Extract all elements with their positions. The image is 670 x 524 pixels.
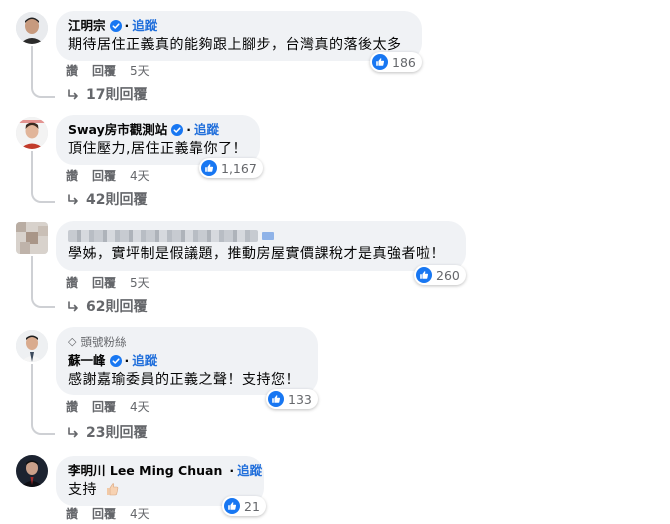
comment-text: 感謝嘉瑜委員的正義之聲！支持您！ xyxy=(68,372,300,388)
like-button[interactable]: 讚 xyxy=(66,506,78,522)
top-fan-badge: ◇ 頭號粉絲 xyxy=(68,335,127,349)
view-replies-link[interactable]: 62則回覆 xyxy=(66,297,147,317)
timestamp[interactable]: 4天 xyxy=(130,168,150,184)
comment-actions: 讚 回覆 5天 xyxy=(66,63,164,79)
reply-button[interactable]: 回覆 xyxy=(92,506,116,522)
thread-elbow xyxy=(31,415,55,435)
like-button[interactable]: 讚 xyxy=(66,399,78,415)
thread-elbow xyxy=(31,78,55,98)
like-icon xyxy=(224,498,240,514)
follow-button[interactable]: 追蹤 xyxy=(237,463,262,479)
comment-bubble: ◇ 頭號粉絲 蘇一峰 · 追蹤 感謝嘉瑜委員的正義之聲！支持您！ xyxy=(56,327,318,395)
view-replies-link[interactable]: 23則回覆 xyxy=(66,423,147,443)
timestamp[interactable]: 4天 xyxy=(130,506,150,522)
verified-icon xyxy=(171,124,183,136)
like-button[interactable]: 讚 xyxy=(66,63,78,79)
reply-button[interactable]: 回覆 xyxy=(92,399,116,415)
verified-icon xyxy=(110,355,122,367)
thread-elbow xyxy=(31,288,55,308)
comment-text: 學姊，實坪制是假議題，推動房屋實價課稅才是真強者啦！ xyxy=(68,246,445,262)
avatar[interactable] xyxy=(16,455,48,487)
thread-line xyxy=(31,364,33,420)
author-name[interactable]: Sway房市觀測站 xyxy=(68,122,167,138)
comment-text: 期待居住正義真的能夠跟上腳步，台灣真的落後太多 xyxy=(68,37,402,53)
comment-actions: 讚 回覆 5天 xyxy=(66,275,164,291)
author-name[interactable]: 蘇一峰 xyxy=(68,353,106,369)
timestamp[interactable]: 5天 xyxy=(130,275,150,291)
comment-text: 頂住壓力,居住正義靠你了！ xyxy=(68,141,247,157)
like-icon xyxy=(416,267,432,283)
reply-arrow-icon xyxy=(66,88,80,102)
like-button[interactable]: 讚 xyxy=(66,168,78,184)
thread-elbow xyxy=(31,183,55,203)
follow-button[interactable]: 追蹤 xyxy=(132,18,157,34)
author-name-redacted xyxy=(68,228,454,242)
avatar[interactable] xyxy=(16,12,48,44)
avatar[interactable] xyxy=(16,330,48,362)
follow-button[interactable]: 追蹤 xyxy=(132,353,157,369)
author-name[interactable]: 李明川 Lee Ming Chuan xyxy=(68,463,222,479)
reply-button[interactable]: 回覆 xyxy=(92,63,116,79)
reaction-count[interactable]: 1,167 xyxy=(199,158,263,178)
like-button[interactable]: 讚 xyxy=(66,275,78,291)
comment-bubble: 江明宗 · 追蹤 期待居住正義真的能夠跟上腳步，台灣真的落後太多 xyxy=(56,11,422,61)
comment-bubble: 學姊，實坪制是假議題，推動房屋實價課稅才是真強者啦！ xyxy=(56,221,466,271)
like-icon xyxy=(372,54,388,70)
diamond-icon: ◇ xyxy=(68,335,77,348)
comment-actions: 讚 回覆 4天 xyxy=(66,399,164,415)
thumbs-up-emoji-icon xyxy=(104,481,120,503)
reply-button[interactable]: 回覆 xyxy=(92,275,116,291)
reply-arrow-icon xyxy=(66,193,80,207)
avatar[interactable] xyxy=(16,222,48,254)
timestamp[interactable]: 4天 xyxy=(130,399,150,415)
view-replies-link[interactable]: 17則回覆 xyxy=(66,85,147,105)
timestamp[interactable]: 5天 xyxy=(130,63,150,79)
follow-button[interactable]: 追蹤 xyxy=(194,122,219,138)
comment-actions: 讚 回覆 4天 xyxy=(66,506,164,522)
verified-icon xyxy=(110,20,122,32)
reaction-count[interactable]: 186 xyxy=(370,52,422,72)
reaction-count[interactable]: 21 xyxy=(222,496,266,516)
like-icon xyxy=(201,160,217,176)
reply-button[interactable]: 回覆 xyxy=(92,168,116,184)
comment-actions: 讚 回覆 4天 xyxy=(66,168,164,184)
reaction-count[interactable]: 260 xyxy=(414,265,466,285)
author-name[interactable]: 江明宗 xyxy=(68,18,106,34)
reply-arrow-icon xyxy=(66,426,80,440)
like-icon xyxy=(268,391,284,407)
view-replies-link[interactable]: 42則回覆 xyxy=(66,190,147,210)
avatar[interactable] xyxy=(16,117,48,149)
reply-arrow-icon xyxy=(66,300,80,314)
reaction-count[interactable]: 133 xyxy=(266,389,318,409)
